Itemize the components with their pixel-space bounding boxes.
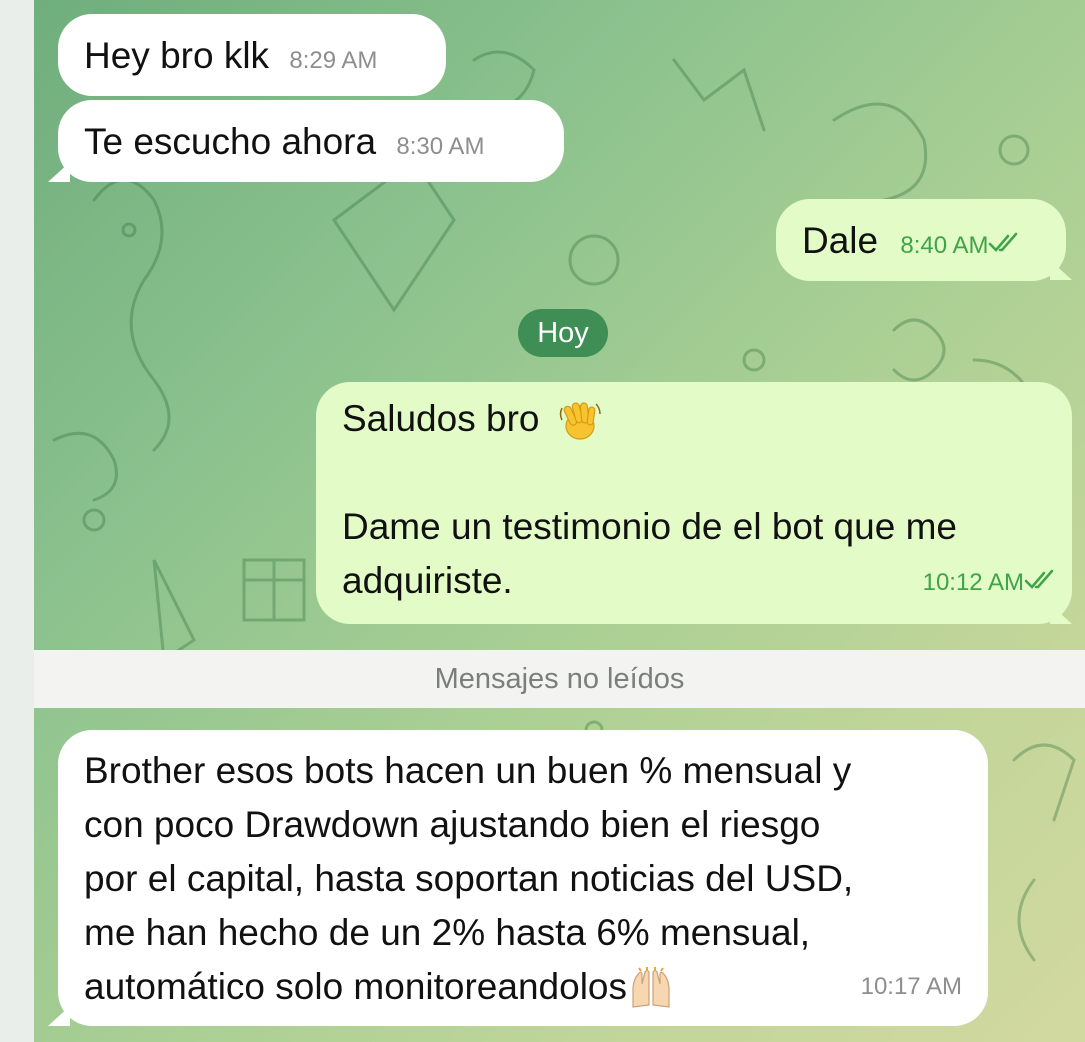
- message-text: Dale: [802, 220, 879, 261]
- message-text: por el capital, hasta soportan noticias …: [84, 858, 854, 899]
- message-bubble-incoming[interactable]: Hey bro klk 8:29 AM: [58, 14, 446, 96]
- left-edge-strip: [0, 0, 34, 1042]
- message-meta: 10:12 AM: [923, 551, 1058, 610]
- message-line: automático solo monitoreandolos 10:17 AM: [84, 960, 988, 1014]
- message-line: Saludos bro: [342, 392, 1072, 446]
- message-time: 8:29 AM: [289, 47, 378, 74]
- message-text: con poco Drawdown ajustando bien el ries…: [84, 804, 821, 845]
- message-text: Te escucho ahora: [84, 121, 377, 162]
- chat-area[interactable]: Hey bro klk 8:29 AM Te escucho ahora 8:3…: [34, 0, 1085, 1042]
- waving-hand-icon: [559, 402, 601, 440]
- message-time: 8:30 AM: [396, 133, 485, 160]
- message-text: Saludos bro: [342, 398, 540, 439]
- message-text: me han hecho de un 2% hasta 6% mensual,: [84, 912, 811, 953]
- unread-messages-separator: Mensajes no leídos: [34, 650, 1085, 708]
- message-time: 10:17 AM: [860, 973, 962, 1000]
- message-time: 8:40 AM: [900, 232, 989, 259]
- raising-hands-icon: [632, 967, 670, 1008]
- message-bubble-incoming[interactable]: Te escucho ahora 8:30 AM: [58, 100, 564, 182]
- double-check-icon: [1024, 569, 1054, 590]
- message-text: Dame un testimonio de el bot que me: [342, 506, 957, 547]
- message-bubble-outgoing[interactable]: Dale 8:40 AM: [776, 199, 1066, 281]
- message-text: Hey bro klk: [84, 35, 270, 76]
- message-time: 10:12 AM: [922, 569, 1024, 596]
- date-separator: Hoy: [518, 309, 608, 357]
- message-bubble-incoming[interactable]: Brother esos bots hacen un buen % mensua…: [58, 730, 988, 1026]
- message-text: automático solo monitoreandolos: [84, 966, 627, 1007]
- message-text: Brother esos bots hacen un buen % mensua…: [84, 750, 852, 791]
- double-check-icon: [989, 232, 1018, 253]
- message-bubble-outgoing[interactable]: Saludos bro Dame un testimonio de el bot…: [316, 382, 1072, 624]
